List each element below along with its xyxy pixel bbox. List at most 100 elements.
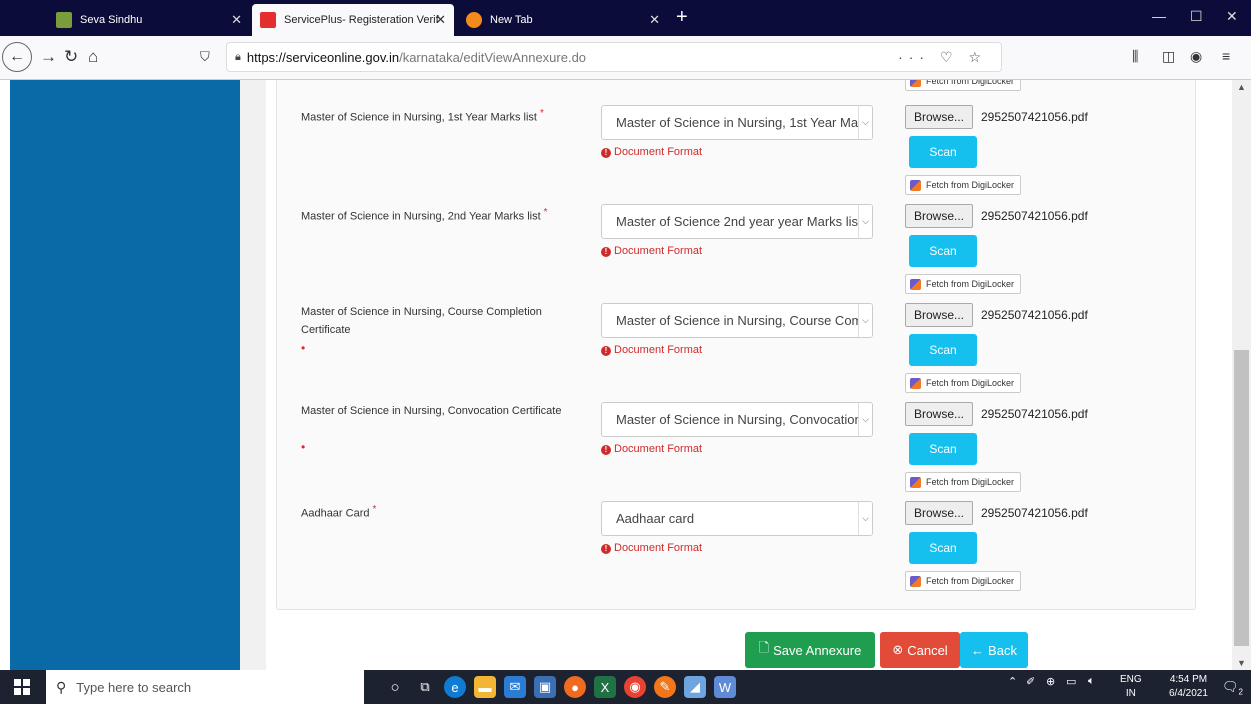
document-format-link[interactable]: ! Document Format (601, 443, 702, 455)
file-name: 2952507421056.pdf (981, 308, 1088, 322)
window-close-icon[interactable]: ✕ (1226, 8, 1238, 25)
scroll-down-icon[interactable]: ▼ (1237, 658, 1246, 668)
document-format-link[interactable]: ! Document Format (601, 245, 702, 257)
document-row: Master of Science in Nursing, Course Com… (277, 303, 1197, 402)
word-icon[interactable]: W (714, 676, 736, 698)
content-gutter (240, 80, 266, 670)
fetch-digilocker-button[interactable]: Fetch from DigiLocker (905, 80, 1022, 91)
excel-icon[interactable]: X (594, 676, 616, 698)
document-format-link[interactable]: ! Document Format (601, 146, 702, 158)
tab-title: Seva Sindhu (80, 14, 143, 26)
fetch-digilocker-button[interactable]: Fetch from DigiLocker (905, 274, 1022, 294)
scrollbar-thumb[interactable] (1234, 350, 1249, 646)
info-icon: ! (601, 544, 611, 554)
tab-new-tab[interactable]: New Tab ✕ (458, 4, 668, 36)
fetch-digilocker-button[interactable]: Fetch from DigiLocker (905, 373, 1022, 393)
scan-button[interactable]: Scan (909, 433, 977, 465)
tab-close-icon[interactable]: ✕ (649, 12, 660, 28)
system-clock[interactable]: 4:54 PM 6/4/2021 (1169, 673, 1208, 701)
document-icon: 🗋︎ (758, 640, 770, 655)
battery-icon[interactable]: ▭ (1066, 675, 1076, 688)
document-row: Master of Science in Nursing, 1st Year M… (277, 105, 1197, 204)
browser-forward-icon[interactable]: → (40, 47, 57, 67)
maximize-icon[interactable]: ☐ (1190, 8, 1203, 25)
required-marker: • (301, 341, 306, 355)
document-select[interactable]: Master of Science in Nursing, Course Com… (601, 303, 873, 338)
firefox-favicon-icon (466, 12, 482, 28)
fetch-digilocker-button[interactable]: Fetch from DigiLocker (905, 472, 1022, 492)
tab-close-icon[interactable]: ✕ (231, 12, 242, 28)
task-view-icon[interactable]: ⧉ (414, 676, 436, 698)
vertical-scrollbar[interactable]: ▲ ▼ (1232, 80, 1251, 670)
page-actions-icon[interactable]: ··· (898, 49, 930, 65)
fetch-digilocker-button[interactable]: Fetch from DigiLocker (905, 571, 1022, 591)
scroll-up-icon[interactable]: ▲ (1237, 82, 1246, 92)
reload-icon[interactable]: ↻ (64, 47, 78, 67)
account-icon[interactable]: ◉ (1190, 48, 1202, 65)
chevron-down-icon: ⌵ (858, 403, 872, 436)
input-language[interactable]: ENG IN (1120, 673, 1142, 701)
document-row: Aadhaar Card * Aadhaar card ⌵ ! Document F… (277, 501, 1197, 600)
pen-app-icon[interactable]: ✎ (654, 676, 676, 698)
selected-document: Aadhaar card (616, 511, 695, 526)
tracking-shield-icon[interactable]: ⛉ (200, 49, 210, 65)
firefox-icon[interactable]: ● (564, 676, 586, 698)
menu-icon[interactable]: ≡ (1222, 48, 1230, 64)
store-icon[interactable]: ▣ (534, 676, 556, 698)
edge-icon[interactable]: e (444, 676, 466, 698)
file-explorer-icon[interactable]: ▬ (474, 676, 496, 698)
bookmark-star-icon[interactable]: ☆ (968, 49, 987, 65)
browse-button[interactable]: Browse... (905, 501, 973, 525)
tab-seva-sindhu[interactable]: Seva Sindhu ✕ (48, 4, 250, 36)
digilocker-icon (910, 278, 921, 290)
tab-close-icon[interactable]: ✕ (435, 12, 446, 28)
pocket-icon[interactable]: ♡ (940, 49, 959, 65)
pen-workspace-icon[interactable]: ✐ (1026, 675, 1035, 688)
scan-button[interactable]: Scan (909, 235, 977, 267)
browse-button[interactable]: Browse... (905, 105, 973, 129)
scan-button[interactable]: Scan (909, 532, 977, 564)
browse-button[interactable]: Browse... (905, 303, 973, 327)
cancel-button[interactable]: ⊗ Cancel (880, 632, 960, 668)
chrome-icon[interactable]: ◉ (624, 676, 646, 698)
document-label: Master of Science in Nursing, Course Com… (301, 306, 542, 336)
scan-button[interactable]: Scan (909, 136, 977, 168)
minimize-icon[interactable]: — (1152, 8, 1166, 24)
mail-icon[interactable]: ✉ (504, 676, 526, 698)
network-icon[interactable]: ⊕ (1046, 675, 1055, 688)
taskbar-search-box[interactable]: ⚲ Type here to search (46, 670, 364, 704)
document-format-link[interactable]: ! Document Format (601, 542, 702, 554)
volume-icon[interactable]: 🔈︎ (1088, 675, 1095, 688)
annexure-panel: Fetch from DigiLocker Master of Science … (276, 80, 1196, 610)
save-annexure-button[interactable]: 🗋︎ Save Annexure (745, 632, 875, 668)
document-select[interactable]: Aadhaar card ⌵ (601, 501, 873, 536)
digilocker-icon (910, 80, 921, 87)
new-tab-plus-icon[interactable]: + (676, 6, 688, 29)
home-icon[interactable]: ⌂ (88, 47, 98, 67)
tab-serviceplus[interactable]: ServicePlus- Registeration Verif ✕ (252, 4, 454, 36)
document-format-link[interactable]: ! Document Format (601, 344, 702, 356)
info-icon: ! (601, 247, 611, 257)
url-bar[interactable]: 🔒︎ https://serviceonline.gov.in/karnatak… (226, 42, 1002, 72)
info-icon: ! (601, 445, 611, 455)
browse-button[interactable]: Browse... (905, 402, 973, 426)
required-marker: * (543, 207, 548, 218)
sidebar-toggle-icon[interactable]: ◫ (1162, 48, 1175, 65)
cortana-icon[interactable]: ○ (384, 676, 406, 698)
fetch-digilocker-button[interactable]: Fetch from DigiLocker (905, 175, 1022, 195)
notification-center-icon[interactable]: 🗨︎2 (1222, 679, 1243, 697)
browser-nav-bar: ← → ↻ ⌂ ⛉ 🔒︎ https://serviceonline.gov.i… (0, 36, 1251, 80)
file-name: 2952507421056.pdf (981, 506, 1088, 520)
digilocker-icon (910, 476, 921, 488)
document-select[interactable]: Master of Science in Nursing, Convocatio… (601, 402, 873, 437)
windows-start-icon[interactable] (14, 679, 30, 695)
tray-overflow-icon[interactable]: ⌃ (1008, 675, 1017, 688)
paint-icon[interactable]: ◢ (684, 676, 706, 698)
scan-button[interactable]: Scan (909, 334, 977, 366)
browse-button[interactable]: Browse... (905, 204, 973, 228)
library-icon[interactable]: ⫼ (1132, 48, 1138, 65)
browser-back-icon[interactable]: ← (2, 42, 32, 72)
back-button[interactable]: ← Back (960, 632, 1028, 668)
document-select[interactable]: Master of Science in Nursing, 1st Year M… (601, 105, 873, 140)
document-select[interactable]: Master of Science 2nd year year Marks li… (601, 204, 873, 239)
